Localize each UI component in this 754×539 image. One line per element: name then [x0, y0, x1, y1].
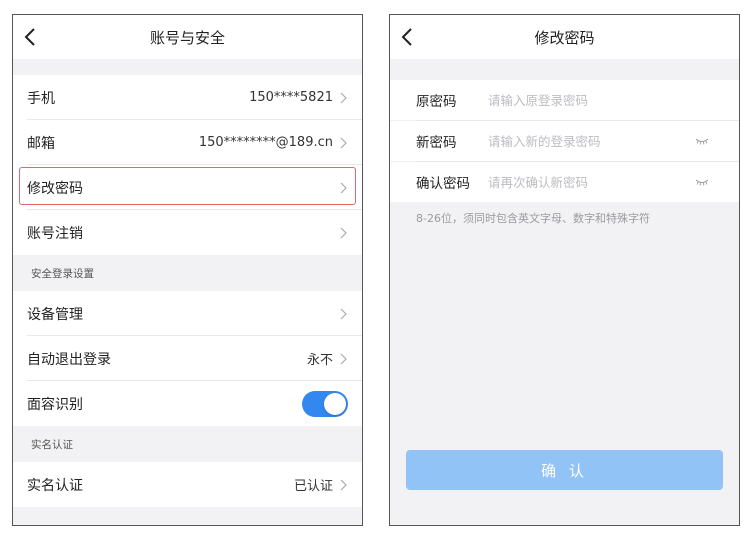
field-label: 原密码: [416, 94, 457, 110]
row-label: 实名认证: [27, 477, 83, 494]
field-label: 确认密码: [416, 176, 470, 192]
chevron-right-icon: [340, 308, 347, 319]
row-phone[interactable]: 手机 150****5821: [13, 75, 362, 120]
confirm-password-input[interactable]: [488, 174, 695, 190]
chevron-right-icon: [340, 92, 347, 103]
old-password-input[interactable]: [488, 92, 725, 108]
account-security-screen: 账号与安全 手机 150****5821 邮箱 150********@189.…: [12, 14, 363, 526]
phone-value: 150****5821: [249, 90, 333, 105]
eye-closed-icon[interactable]: [695, 137, 709, 145]
email-value: 150********@189.cn: [198, 135, 333, 150]
row-label: 手机: [27, 90, 55, 107]
nav-bar: 修改密码: [390, 15, 739, 59]
new-password-input[interactable]: [488, 133, 695, 149]
section-header-realname: 实名认证: [31, 438, 73, 451]
field-old-password: 原密码: [390, 80, 739, 120]
realname-status: 已认证: [293, 479, 333, 494]
confirm-button[interactable]: 确 认: [406, 450, 723, 490]
chevron-right-icon: [340, 182, 347, 193]
row-label: 面容识别: [27, 396, 83, 413]
field-new-password: 新密码: [390, 121, 739, 161]
field-label: 新密码: [416, 135, 457, 151]
nav-bar: 账号与安全: [13, 15, 362, 59]
back-arrow-icon[interactable]: [396, 25, 420, 49]
toggle-knob: [324, 392, 346, 415]
row-auto-logout[interactable]: 自动退出登录 永不: [13, 336, 362, 381]
page-title: 修改密码: [534, 28, 595, 47]
row-face-id: 面容识别: [13, 381, 362, 426]
chevron-right-icon: [340, 227, 347, 238]
eye-closed-icon[interactable]: [695, 178, 709, 186]
field-confirm-password: 确认密码: [390, 162, 739, 202]
auto-logout-value: 永不: [306, 353, 333, 368]
row-label: 修改密码: [27, 180, 83, 197]
row-label: 邮箱: [27, 135, 55, 152]
row-device-management[interactable]: 设备管理: [13, 291, 362, 336]
row-label: 自动退出登录: [27, 351, 111, 368]
chevron-right-icon: [340, 479, 347, 490]
chevron-right-icon: [340, 137, 347, 148]
row-label: 账号注销: [27, 225, 83, 242]
row-label: 设备管理: [27, 306, 83, 323]
password-hint: 8-26位，须同时包含英文字母、数字和特殊字符: [416, 212, 650, 225]
change-password-screen: 修改密码 原密码 新密码 确认密码 8-26位，须同时包含英文字母、数字和特殊字…: [389, 14, 740, 526]
row-change-password[interactable]: 修改密码: [13, 165, 362, 210]
row-email[interactable]: 邮箱 150********@189.cn: [13, 120, 362, 165]
back-arrow-icon[interactable]: [19, 25, 43, 49]
page-title: 账号与安全: [149, 28, 225, 47]
row-delete-account[interactable]: 账号注销: [13, 210, 362, 255]
section-header-login: 安全登录设置: [31, 267, 94, 280]
chevron-right-icon: [340, 353, 347, 364]
face-id-toggle[interactable]: [302, 390, 348, 417]
row-realname[interactable]: 实名认证 已认证: [13, 462, 362, 507]
